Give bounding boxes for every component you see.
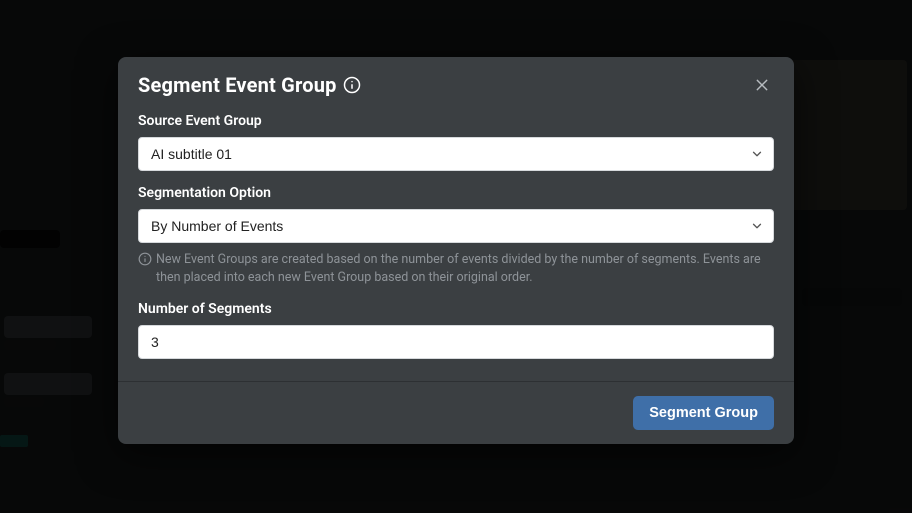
segment-group-button[interactable]: Segment Group xyxy=(633,396,774,430)
modal-header: Segment Event Group xyxy=(118,57,794,111)
segmentation-option-help-text: New Event Groups are created based on th… xyxy=(156,251,774,287)
info-icon xyxy=(138,252,152,266)
close-icon xyxy=(754,77,770,93)
modal-footer: Segment Group xyxy=(118,381,794,444)
source-event-group-select[interactable] xyxy=(138,137,774,171)
modal-body: Source Event Group Segmentation Option xyxy=(118,111,794,381)
number-of-segments-label: Number of Segments xyxy=(138,301,774,317)
close-button[interactable] xyxy=(750,73,774,97)
modal-title: Segment Event Group xyxy=(138,73,337,97)
segmentation-option-help: New Event Groups are created based on th… xyxy=(138,251,774,287)
source-event-group-field: Source Event Group xyxy=(138,113,774,171)
modal-title-wrap: Segment Event Group xyxy=(138,73,361,97)
number-of-segments-field: Number of Segments xyxy=(138,301,774,359)
source-event-group-label: Source Event Group xyxy=(138,113,774,129)
info-icon[interactable] xyxy=(343,76,361,94)
segmentation-option-select[interactable] xyxy=(138,209,774,243)
segmentation-option-field: Segmentation Option xyxy=(138,185,774,287)
segmentation-option-label: Segmentation Option xyxy=(138,185,774,201)
number-of-segments-input[interactable] xyxy=(138,325,774,359)
segment-event-group-modal: Segment Event Group xyxy=(118,57,794,444)
modal-overlay: Segment Event Group xyxy=(0,0,912,513)
